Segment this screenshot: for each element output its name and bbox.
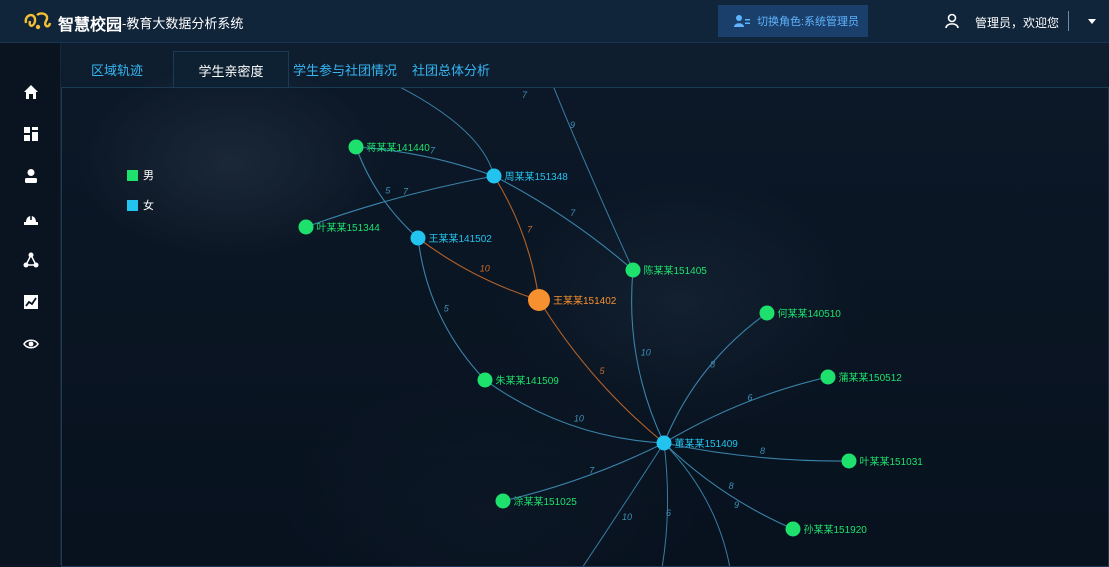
student-node[interactable] — [785, 521, 801, 537]
edge-weight-label: 10 — [480, 263, 490, 273]
student-node-label: 周某某151348 — [505, 171, 569, 183]
graph-edge — [663, 312, 768, 444]
edge-weight-label: 5 — [385, 185, 391, 195]
relationship-graph: 7910 69107575 757101086887王某某151402蒋某某1414… — [298, 88, 924, 566]
user-welcome: 管理员，欢迎您 — [975, 16, 1060, 30]
edge-weight-label: 7 — [589, 466, 595, 476]
switch-role-button[interactable]: 切换角色:系统管理员 — [718, 5, 868, 37]
user-menu-dropdown-icon[interactable] — [1088, 19, 1096, 24]
chart-icon[interactable] — [21, 292, 41, 312]
student-node[interactable] — [298, 219, 314, 235]
intimacy-graph-panel: 男 女 7 9 10 6 9 10 7 5 7 5 7 5 7 10 10 8 6 8 8 7 王某某151402 蒋某某… — [61, 87, 1109, 567]
switch-role-label: 切换角色:系统管理员 — [757, 16, 860, 28]
student-node-label: 陈某某151405 — [644, 264, 708, 277]
student-node[interactable] — [477, 372, 493, 388]
student-node-label: 叶某某151344 — [317, 222, 381, 234]
student-node[interactable] — [486, 168, 502, 184]
graph-edge — [663, 376, 829, 444]
edge-weight-label: 7 — [570, 208, 576, 218]
edge-weight-label: 7 — [522, 90, 528, 100]
graph-edge — [417, 237, 540, 301]
graph-edge — [305, 175, 495, 228]
app-subtitle: -教育大数据分析系统 — [122, 16, 244, 31]
edge-weight-label: 6 — [666, 508, 671, 518]
dashboard-icon[interactable] — [21, 124, 41, 144]
edge-weight-label: 10 — [641, 348, 651, 358]
student-node[interactable] — [348, 139, 364, 155]
eye-icon[interactable] — [21, 334, 41, 354]
student-node-label: 董某某151409 — [675, 437, 739, 450]
student-node[interactable] — [528, 289, 550, 311]
edge-weight-label: 10 — [622, 512, 632, 522]
student-node-label: 蒲某某150512 — [839, 371, 903, 384]
sidebar — [0, 43, 61, 565]
student-node-label: 朱某某141509 — [496, 375, 560, 387]
student-node[interactable] — [625, 262, 641, 278]
top-bar: 智慧校园 -教育大数据分析系统 切换角色:系统管理员 管理员，欢迎您 — [0, 0, 1109, 43]
logo-icon — [24, 12, 52, 30]
divider — [1068, 11, 1069, 31]
tab-student-intimacy[interactable]: 学生亲密度 — [173, 51, 289, 88]
edge-weight-label: 7 — [527, 225, 533, 235]
student-node[interactable] — [759, 305, 775, 321]
student-node-label: 蒋某某141440 — [367, 142, 431, 154]
graph-edge — [484, 379, 665, 444]
edge-weight-label: 6 — [747, 393, 752, 403]
edge-weight-label: 8 — [729, 481, 734, 491]
graph-edge — [417, 237, 486, 381]
tab-club-participation[interactable]: 学生参与社团情况 — [289, 51, 401, 87]
alert-icon[interactable] — [21, 208, 41, 228]
edge-weight-label: 8 — [710, 360, 715, 370]
graph-edge — [661, 442, 669, 566]
student-node[interactable] — [820, 369, 836, 385]
edge-weight-label: 8 — [760, 446, 765, 456]
home-icon[interactable] — [21, 82, 41, 102]
student-node-label: 王某某141502 — [429, 233, 493, 245]
student-node-label: 王某某151402 — [553, 295, 617, 307]
student-node[interactable] — [495, 493, 511, 509]
edge-weight-label: 9 — [570, 120, 575, 130]
graph-edge — [663, 442, 731, 566]
student-node[interactable] — [841, 453, 857, 469]
network-icon[interactable] — [21, 250, 41, 270]
edge-weight-label: 9 — [734, 500, 739, 510]
student-node-label: 孙某某151920 — [804, 523, 868, 536]
tab-club-overview[interactable]: 社团总体分析 — [407, 51, 495, 87]
student-node[interactable] — [656, 435, 672, 451]
graph-edge — [493, 175, 540, 301]
graph-edge — [502, 442, 665, 502]
app-title: 智慧校园 — [58, 17, 123, 34]
main-content: 区域轨迹 学生亲密度 学生参与社团情况 社团总体分析 男 女 7 9 10 6 9 10 7… — [61, 43, 1109, 567]
user-icon[interactable] — [21, 166, 41, 186]
edge-weight-label: 5 — [444, 304, 450, 314]
tab-region-track[interactable]: 区域轨迹 — [61, 51, 173, 87]
graph-edge — [400, 88, 495, 177]
switch-user-icon — [734, 15, 750, 27]
student-node-label: 何某某140510 — [778, 307, 842, 320]
edge-weight-label: 7 — [430, 146, 436, 156]
edge-weight-label: 5 — [599, 366, 605, 376]
student-node[interactable] — [410, 230, 426, 246]
student-node-label: 涂某某151025 — [514, 495, 578, 508]
user-avatar-icon[interactable] — [944, 13, 960, 29]
student-node-label: 叶某某151031 — [860, 456, 924, 468]
edge-weight-label: 10 — [574, 414, 584, 424]
